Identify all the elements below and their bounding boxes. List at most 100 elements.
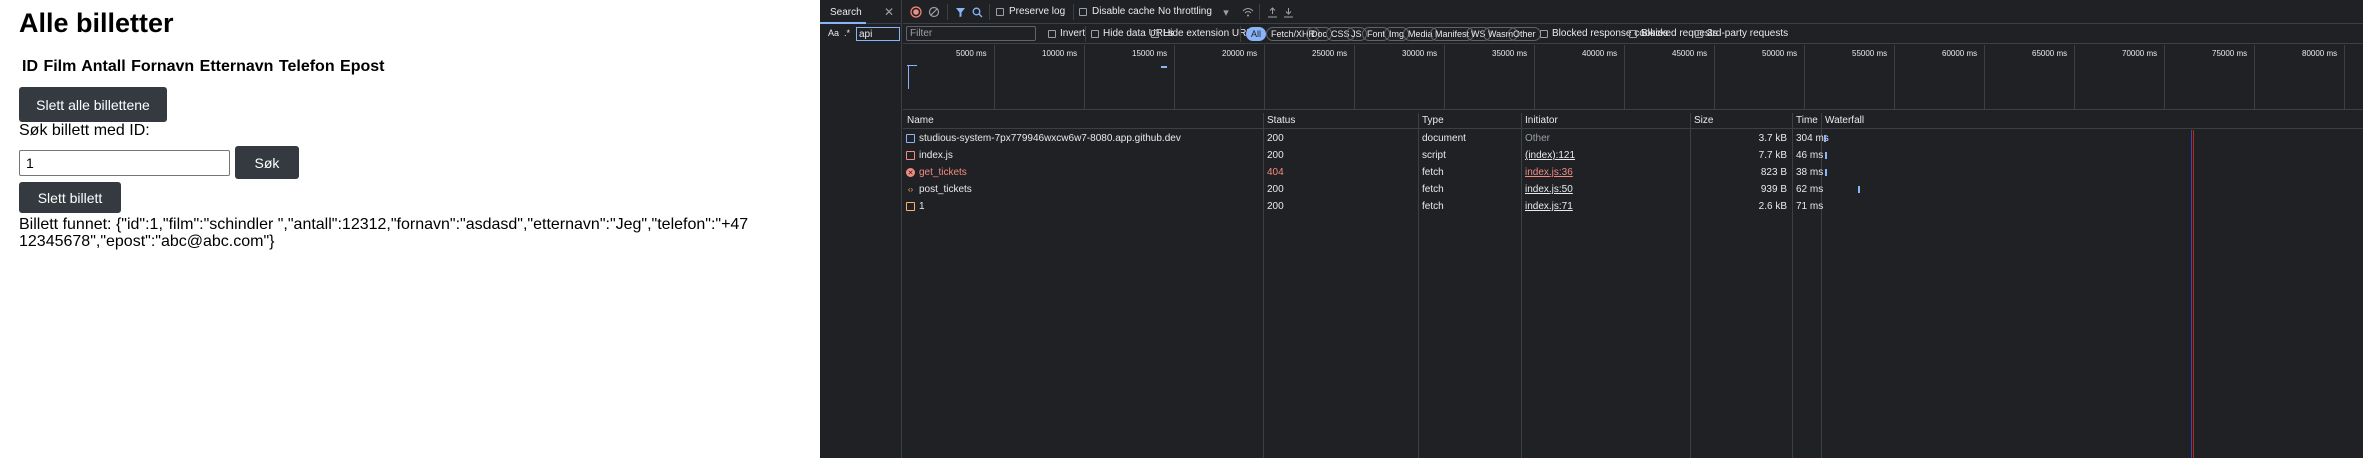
search-id-input[interactable] bbox=[19, 150, 230, 176]
request-initiator[interactable]: (index):121 bbox=[1525, 150, 1575, 161]
filter-bar: Invert Hide data URLs Hide extension URL… bbox=[903, 24, 2363, 44]
filter-input[interactable] bbox=[906, 26, 1036, 41]
fetch-icon bbox=[906, 202, 915, 211]
xhr-icon: ‹› bbox=[907, 185, 914, 194]
invert-checkbox[interactable] bbox=[1048, 30, 1056, 38]
request-size: 7.7 kB bbox=[1758, 150, 1787, 161]
search-panel: Search ✕ Aa .* bbox=[820, 0, 902, 458]
overview-tick: 55000 ms bbox=[1852, 49, 1888, 58]
search-icon[interactable] bbox=[970, 5, 984, 19]
request-type: document bbox=[1422, 133, 1466, 144]
column-waterfall[interactable]: Waterfall bbox=[1825, 115, 1864, 126]
network-conditions-icon[interactable] bbox=[1241, 5, 1255, 19]
column-time[interactable]: Time bbox=[1796, 115, 1818, 126]
request-time: 62 ms bbox=[1796, 184, 1824, 195]
divider bbox=[1073, 4, 1074, 20]
hide-extension-urls-checkbox[interactable] bbox=[1151, 30, 1159, 38]
request-initiator[interactable]: index.js:50 bbox=[1525, 184, 1573, 195]
blocked-requests-checkbox[interactable] bbox=[1629, 30, 1637, 38]
delete-all-button[interactable]: Slett alle billettene bbox=[19, 87, 167, 122]
clear-icon[interactable] bbox=[927, 5, 941, 19]
divider bbox=[947, 4, 948, 20]
preserve-log-checkbox[interactable] bbox=[996, 8, 1004, 16]
request-name: post_tickets bbox=[919, 184, 972, 195]
waterfall-bar bbox=[1825, 169, 1827, 176]
blocked-cookies-checkbox[interactable] bbox=[1540, 30, 1548, 38]
column-name[interactable]: Name bbox=[907, 115, 934, 126]
overview-tick: 80000 ms bbox=[2302, 49, 2338, 58]
divider bbox=[1259, 4, 1260, 20]
request-status: 200 bbox=[1267, 201, 1284, 212]
type-filter-all[interactable]: All bbox=[1246, 27, 1267, 41]
invert-label: Invert bbox=[1060, 28, 1086, 39]
search-label: Søk billett med ID: bbox=[19, 122, 150, 139]
filter-icon[interactable] bbox=[953, 5, 967, 19]
request-type: fetch bbox=[1422, 201, 1444, 212]
divider bbox=[1085, 26, 1086, 42]
table-header: ID Film Antall Fornavn Etternavn Telefon… bbox=[22, 58, 385, 75]
request-initiator[interactable]: index.js:71 bbox=[1525, 201, 1573, 212]
table-row[interactable]: index.js 200 script (index):121 7.7 kB 4… bbox=[903, 147, 2363, 164]
hide-extension-urls-label: Hide extension URLs bbox=[1163, 28, 1257, 39]
request-name: 1 bbox=[919, 201, 925, 212]
request-type: script bbox=[1422, 150, 1446, 161]
overview-tick: 25000 ms bbox=[1312, 49, 1348, 58]
waterfall-bar bbox=[1825, 152, 1827, 159]
export-har-icon[interactable] bbox=[1281, 5, 1295, 19]
overview-tick: 5000 ms bbox=[956, 49, 987, 58]
regex-toggle[interactable]: .* bbox=[844, 28, 850, 38]
overview-tick: 10000 ms bbox=[1042, 49, 1078, 58]
third-party-checkbox[interactable] bbox=[1695, 30, 1703, 38]
table-row[interactable]: 1 200 fetch index.js:71 2.6 kB 71 ms bbox=[903, 198, 2363, 215]
ticket-result: Billett funnet: {"id":1,"film":"schindle… bbox=[19, 216, 749, 250]
network-toolbar: Preserve log Disable cache No throttling… bbox=[903, 0, 2363, 24]
delete-ticket-button[interactable]: Slett billett bbox=[19, 182, 121, 213]
column-type[interactable]: Type bbox=[1422, 115, 1444, 126]
import-har-icon[interactable] bbox=[1265, 5, 1279, 19]
web-page: Alle billetter ID Film Antall Fornavn Et… bbox=[0, 0, 820, 458]
overview-tick: 50000 ms bbox=[1762, 49, 1798, 58]
active-tab-indicator bbox=[820, 22, 866, 24]
request-initiator[interactable]: index.js:36 bbox=[1525, 167, 1573, 178]
search-query-input[interactable] bbox=[856, 27, 900, 41]
request-status: 200 bbox=[1267, 133, 1284, 144]
table-row[interactable]: studious-system-7px779946wxcw6w7-8080.ap… bbox=[903, 130, 2363, 147]
search-tab[interactable]: Search ✕ bbox=[820, 0, 902, 24]
request-size: 939 B bbox=[1760, 184, 1787, 195]
match-case-toggle[interactable]: Aa bbox=[828, 28, 839, 38]
request-initiator: Other bbox=[1525, 133, 1551, 144]
request-size: 3.7 kB bbox=[1758, 133, 1787, 144]
throttling-select[interactable]: No throttling bbox=[1158, 6, 1212, 17]
overview-tick: 15000 ms bbox=[1132, 49, 1168, 58]
request-time: 38 ms bbox=[1796, 167, 1824, 178]
overview-tick: 20000 ms bbox=[1222, 49, 1258, 58]
overview-tick: 30000 ms bbox=[1402, 49, 1438, 58]
column-initiator[interactable]: Initiator bbox=[1525, 115, 1558, 126]
column-size[interactable]: Size bbox=[1694, 115, 1713, 126]
request-time: 46 ms bbox=[1796, 150, 1824, 161]
column-status[interactable]: Status bbox=[1267, 115, 1295, 126]
divider bbox=[1240, 26, 1241, 42]
devtools-panel: Search ✕ Aa .* Preserve log bbox=[820, 0, 2363, 458]
type-filter-other[interactable]: Other bbox=[1508, 27, 1541, 41]
overview-tick: 45000 ms bbox=[1672, 49, 1708, 58]
divider bbox=[989, 4, 990, 20]
close-icon[interactable]: ✕ bbox=[884, 5, 894, 19]
hide-data-urls-checkbox[interactable] bbox=[1091, 30, 1099, 38]
overview-tick: 35000 ms bbox=[1492, 49, 1528, 58]
network-overview[interactable]: 5000 ms 10000 ms 15000 ms 20000 ms 25000… bbox=[903, 45, 2363, 110]
chevron-down-icon[interactable]: ▾ bbox=[1219, 5, 1233, 19]
request-name: index.js bbox=[919, 150, 953, 161]
request-type: fetch bbox=[1422, 184, 1444, 195]
search-button[interactable]: Søk bbox=[235, 146, 299, 179]
table-row[interactable]: ‹› post_tickets 200 fetch index.js:50 93… bbox=[903, 181, 2363, 198]
disable-cache-checkbox[interactable] bbox=[1079, 8, 1087, 16]
third-party-label: 3rd-party requests bbox=[1707, 28, 1789, 39]
preserve-log-label: Preserve log bbox=[1009, 6, 1066, 17]
script-icon bbox=[906, 151, 915, 160]
record-icon[interactable] bbox=[909, 5, 923, 19]
overview-tick: 40000 ms bbox=[1582, 49, 1618, 58]
disable-cache-label: Disable cache bbox=[1092, 6, 1155, 17]
overview-tick: 60000 ms bbox=[1942, 49, 1978, 58]
table-row[interactable]: ✕ get_tickets 404 fetch index.js:36 823 … bbox=[903, 164, 2363, 181]
